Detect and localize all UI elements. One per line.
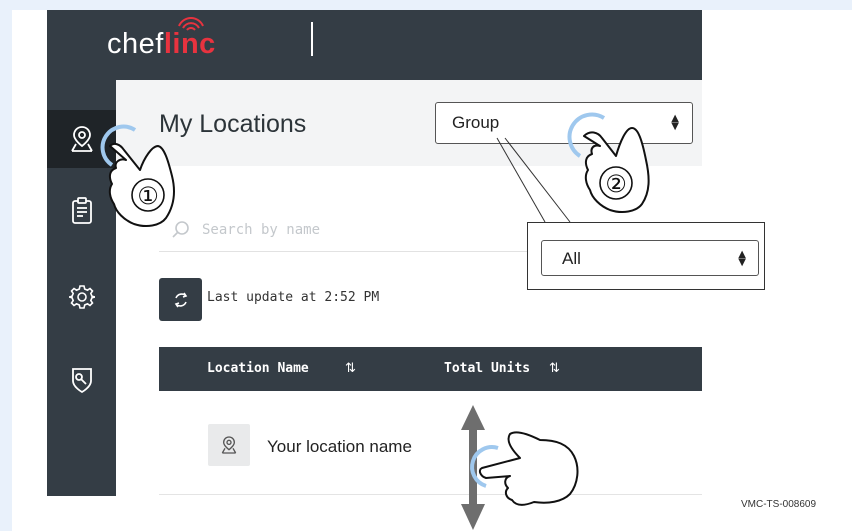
column-header-location-name[interactable]: Location Name [207,361,309,376]
wifi-signal-icon [178,17,204,31]
group-select[interactable]: Group ▲ ▼ [435,102,693,144]
sort-arrows-icon[interactable]: ⇅ [549,361,560,376]
row-location-icon-box [208,424,250,466]
column-header-total-units[interactable]: Total Units [444,361,530,376]
search-placeholder: Search by name [202,222,321,238]
select-arrows-icon: ▲ ▼ [671,113,679,132]
table-header: Location Name ⇅ Total Units ⇅ [159,347,702,391]
sidebar-item-settings[interactable] [47,268,116,326]
search-icon [172,221,189,238]
app-header: cheflinc [47,10,702,80]
search-input[interactable]: Search by name [159,210,539,252]
refresh-button[interactable] [159,278,202,321]
sort-arrows-icon[interactable]: ⇅ [345,361,356,376]
callout-all-select[interactable]: All ▲ ▼ [541,240,759,276]
clipboard-icon [71,197,92,224]
sidebar-item-service[interactable] [47,351,116,409]
refresh-icon [174,292,187,307]
callout-box: All ▲ ▼ [527,222,765,290]
select-arrows-icon: ▲ ▼ [738,249,746,268]
callout-select-value: All [562,249,581,268]
logo-chef-text: chef [107,28,164,60]
location-pin-icon [221,436,237,454]
row-location-name: Your location name [267,437,412,456]
table-row[interactable]: Your location name [159,392,702,495]
sidebar [47,80,116,496]
last-update-text: Last update at 2:52 PM [207,290,380,305]
location-pin-icon [70,126,93,152]
document-code: VMC-TS-008609 [741,499,817,510]
header-divider [311,22,313,56]
sidebar-item-locations[interactable] [47,110,116,168]
page-title: My Locations [159,110,307,138]
sidebar-item-reports[interactable] [47,182,116,240]
gear-icon [68,285,95,309]
group-select-value: Group [452,113,500,132]
wrench-shield-icon [71,368,92,394]
